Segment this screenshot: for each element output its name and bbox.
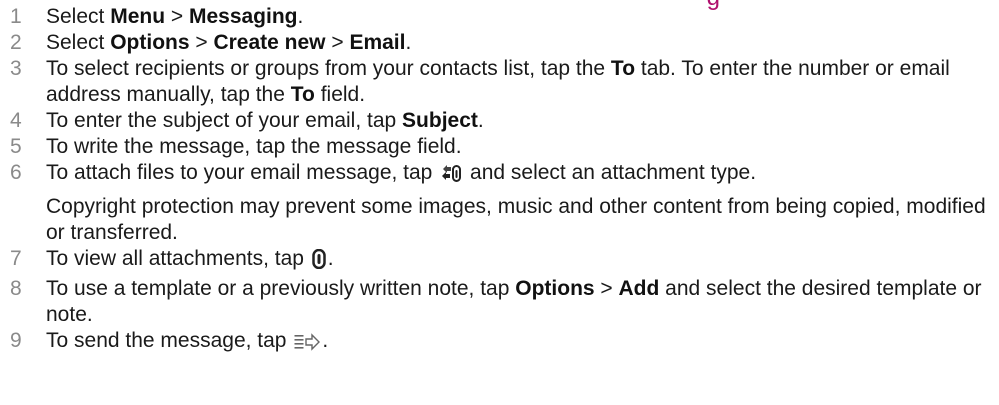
step-number: 7 [10, 247, 22, 270]
step-5: 5 To write the message, tap the message … [10, 134, 990, 160]
step-8: 8 To use a template or a previously writ… [10, 276, 990, 328]
step-text: Select Options > Create new > Email. [46, 31, 412, 54]
step-text: Select Menu > Messaging. [46, 5, 304, 28]
copyright-note: Copyright protection may prevent some im… [46, 195, 986, 244]
steps-list: 1 Select Menu > Messaging. 2 Select Opti… [10, 4, 990, 358]
step-text: To enter the subject of your email, tap … [46, 109, 484, 132]
step-text: To attach files to your email message, t… [46, 160, 990, 246]
step-number: 1 [10, 5, 22, 28]
step-text: To use a template or a previously writte… [46, 277, 982, 326]
step-text: To select recipients or groups from your… [46, 57, 950, 106]
add-attachment-icon [440, 163, 462, 190]
step-3: 3 To select recipients or groups from yo… [10, 56, 990, 108]
step-number: 9 [10, 329, 22, 352]
step-4: 4 To enter the subject of your email, ta… [10, 108, 990, 134]
step-6: 6 To attach files to your email message,… [10, 160, 990, 246]
step-number: 8 [10, 277, 22, 300]
step-number: 2 [10, 31, 22, 54]
attachments-icon [312, 248, 326, 276]
send-icon [294, 332, 321, 358]
step-number: 6 [10, 161, 22, 184]
step-text: To send the message, tap . [46, 328, 990, 358]
step-1: 1 Select Menu > Messaging. [10, 4, 990, 30]
step-7: 7 To view all attachments, tap . [10, 246, 990, 276]
step-text: To view all attachments, tap . [46, 246, 990, 276]
step-2: 2 Select Options > Create new > Email. [10, 30, 990, 56]
step-text: To write the message, tap the message fi… [46, 135, 462, 158]
step-number: 4 [10, 109, 22, 132]
step-number: 3 [10, 57, 22, 80]
step-number: 5 [10, 135, 22, 158]
step-9: 9 To send the message, tap . [10, 328, 990, 358]
